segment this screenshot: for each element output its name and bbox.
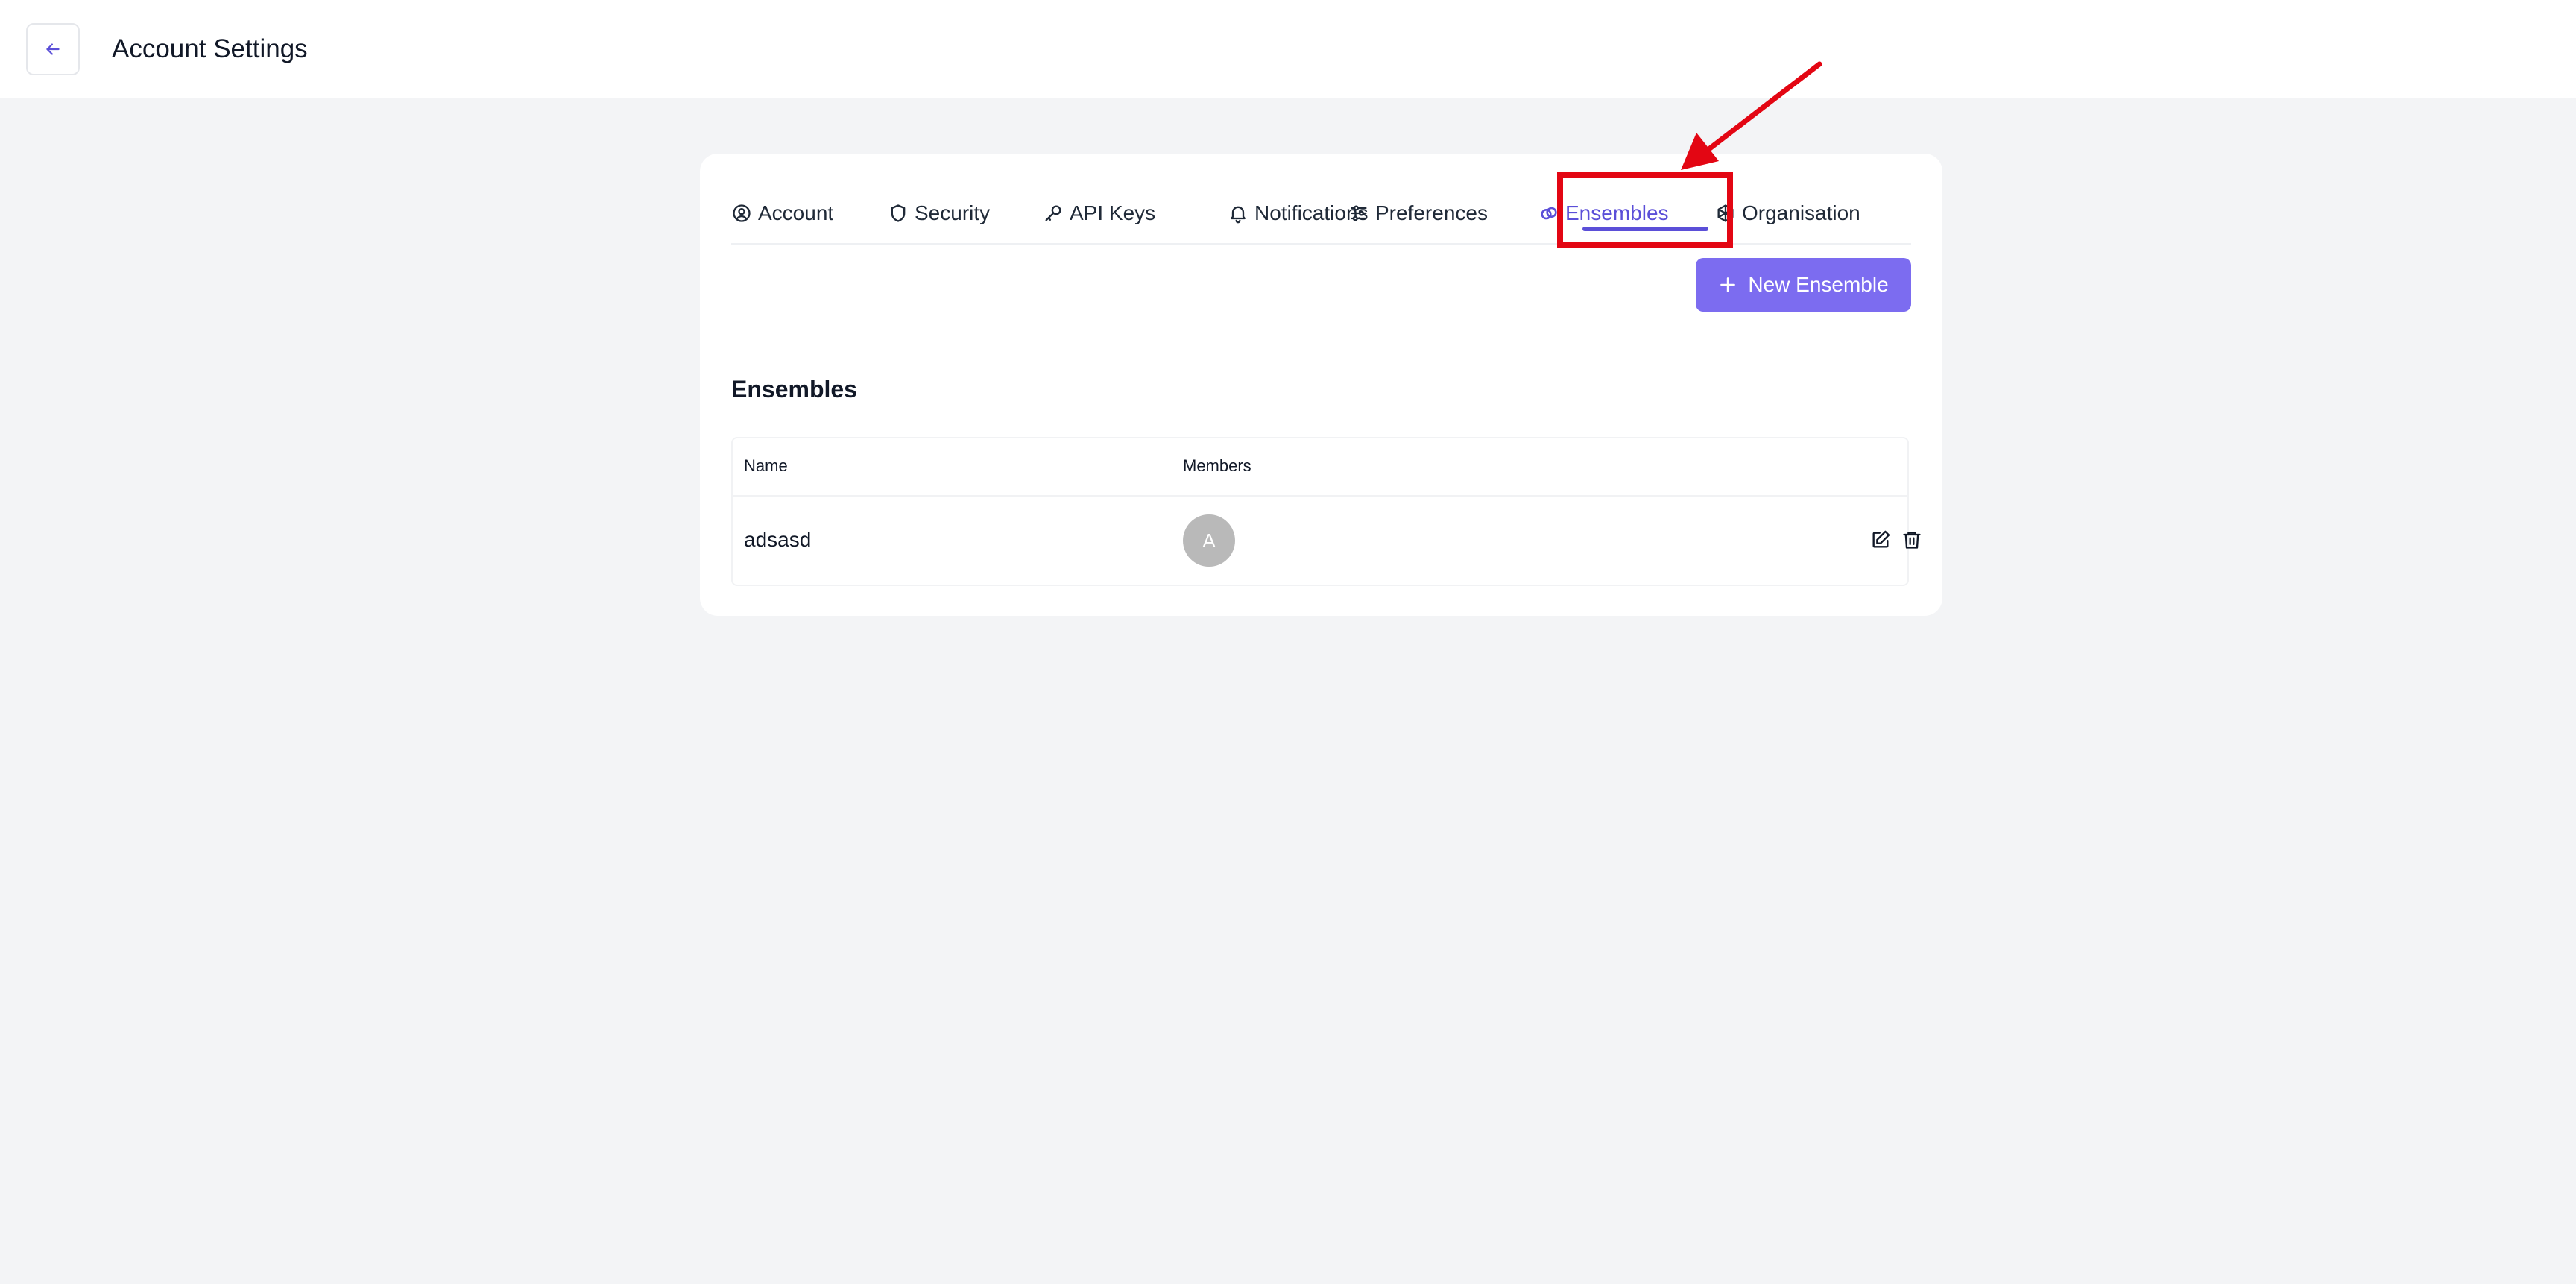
tab-label: Ensembles (1565, 201, 1669, 224)
ensemble-name: adsasd (744, 528, 812, 551)
section-title: Ensembles (731, 376, 857, 403)
tab-label: Organisation (1742, 201, 1860, 224)
new-ensemble-button[interactable]: New Ensemble (1696, 258, 1911, 312)
shield-icon (891, 204, 906, 222)
bell-icon (1231, 206, 1246, 224)
key-icon (1045, 205, 1061, 221)
table-header: Name Members (733, 438, 1907, 497)
tab-organisation[interactable]: Organisation (1715, 191, 1860, 236)
column-header-name: Name (744, 456, 788, 475)
page-title: Account Settings (112, 34, 308, 63)
tab-account[interactable]: Account (731, 191, 833, 236)
settings-card: Account Security API Keys Notifications … (700, 154, 1942, 616)
back-button[interactable] (26, 23, 80, 75)
trash-icon[interactable] (1901, 529, 1922, 550)
hexagon-icon (1717, 204, 1734, 222)
plus-icon (1720, 277, 1736, 292)
tab-preferences[interactable]: Preferences (1348, 191, 1488, 236)
tab-label: API Keys (1070, 201, 1156, 224)
top-bar: Account Settings (0, 0, 2576, 98)
ensembles-table: Name Members adsasd A (731, 437, 1921, 586)
tab-api-keys[interactable]: API Keys (1043, 191, 1155, 236)
settings-tabs: Account Security API Keys Notifications … (731, 183, 1911, 245)
tab-security[interactable]: Security (888, 191, 990, 236)
column-header-members: Members (1183, 456, 1251, 475)
active-tab-indicator (1582, 227, 1708, 231)
user-circle-icon (733, 204, 751, 222)
link-icon (1541, 207, 1557, 220)
tab-notifications[interactable]: Notifications (1228, 191, 1368, 236)
tab-label: Preferences (1375, 201, 1488, 224)
tab-label: Security (915, 201, 991, 224)
avatar: A (1183, 514, 1235, 567)
new-ensemble-label: New Ensemble (1748, 273, 1889, 296)
arrow-left-icon (46, 43, 60, 55)
edit-icon[interactable] (1870, 529, 1891, 550)
sliders-icon (1351, 205, 1367, 221)
tab-label: Account (758, 201, 834, 224)
